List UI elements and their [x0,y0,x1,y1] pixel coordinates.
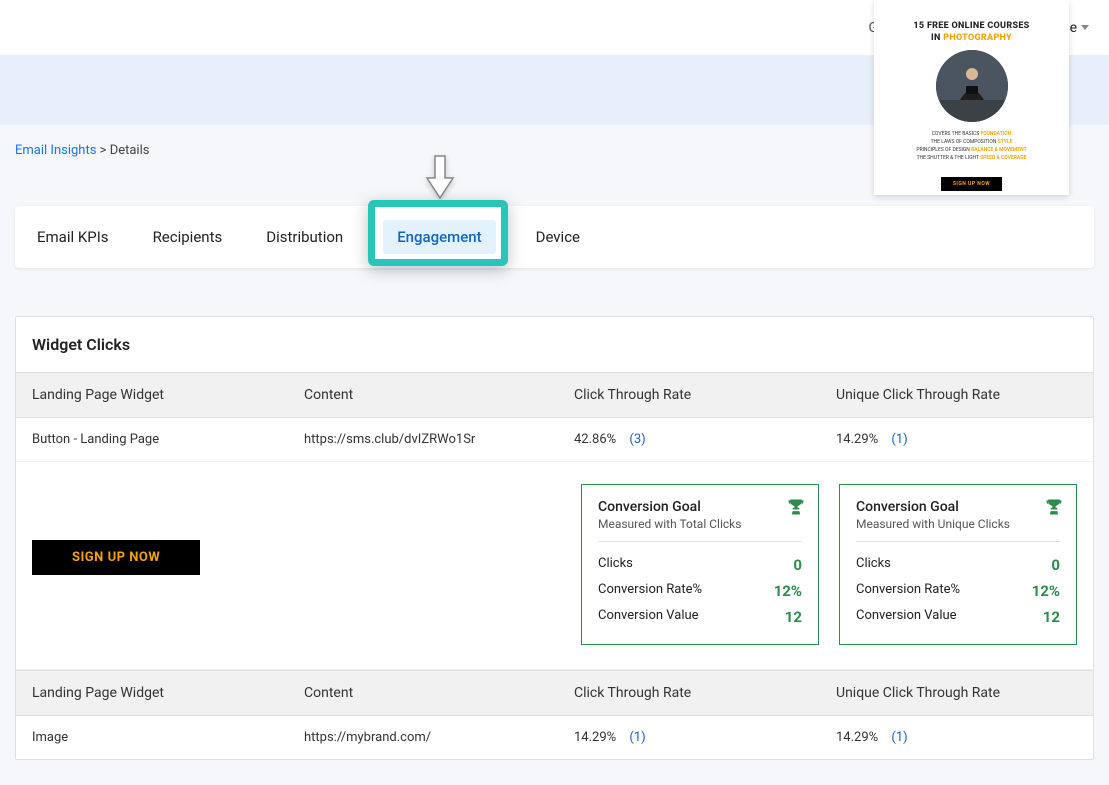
col-content: Content [304,387,574,403]
table-header-row: Landing Page Widget Content Click Throug… [16,670,1093,716]
breadcrumb-current: Details [110,143,150,158]
ctr-count[interactable]: (3) [629,432,645,447]
ctr-count[interactable]: (1) [629,730,645,745]
trophy-icon [786,497,806,521]
unique-ctr-count[interactable]: (1) [891,432,907,447]
cell-content-url: https://mybrand.com/ [304,730,574,745]
preview-signup-button: SIGN UP NOW [941,177,1002,191]
cell-ctr: 42.86% (3) [574,432,836,447]
cell-ctr: 14.29% (1) [574,730,836,745]
preview-photo [936,50,1008,122]
tab-engagement[interactable]: Engagement [383,220,495,254]
conversion-goal-total-card: Conversion Goal Measured with Total Clic… [581,484,819,645]
goal-title: Conversion Goal [856,499,1060,515]
tab-recipients[interactable]: Recipients [149,220,227,254]
goal-title: Conversion Goal [598,499,802,515]
preview-header-tiny: · [884,14,1059,21]
cell-unique-ctr: 14.29% (1) [836,730,1077,745]
cell-widget-type: Button - Landing Page [32,432,304,447]
preview-title: 15 FREE ONLINE COURSES IN PHOTOGRAPHY [884,21,1059,44]
unique-ctr-count[interactable]: (1) [891,730,907,745]
tab-distribution[interactable]: Distribution [262,220,347,254]
email-preview-card: · 15 FREE ONLINE COURSES IN PHOTOGRAPHY … [874,0,1069,195]
tab-device[interactable]: Device [532,220,584,254]
col-landing-page-widget: Landing Page Widget [32,685,304,701]
caret-down-icon [1081,25,1089,30]
widget-clicks-table: Widget Clicks Landing Page Widget Conten… [15,316,1094,760]
col-unique-click-through-rate: Unique Click Through Rate [836,685,1077,701]
col-click-through-rate: Click Through Rate [574,685,836,701]
widget-title: Widget Clicks [16,317,1093,372]
col-unique-click-through-rate: Unique Click Through Rate [836,387,1077,403]
col-content: Content [304,685,574,701]
table-row[interactable]: Image https://mybrand.com/ 14.29% (1) 14… [16,716,1093,759]
cell-content-url: https://sms.club/dvIZRWo1Sr [304,432,574,447]
cell-widget-type: Image [32,730,304,745]
tab-email-kpis[interactable]: Email KPIs [33,220,113,254]
preview-lines: COVERS THE BASICS FOUNDATION THE LAWS OF… [884,130,1059,162]
tabs-bar: Email KPIs Recipients Distribution Engag… [15,206,1094,268]
col-landing-page-widget: Landing Page Widget [32,387,304,403]
goal-subtitle: Measured with Unique Clicks [856,517,1060,542]
table-header-row: Landing Page Widget Content Click Throug… [16,372,1093,418]
conversion-goal-unique-card: Conversion Goal Measured with Unique Cli… [839,484,1077,645]
cell-unique-ctr: 14.29% (1) [836,432,1077,447]
breadcrumb-link[interactable]: Email Insights [15,143,96,158]
goal-subtitle: Measured with Total Clicks [598,517,802,542]
col-click-through-rate: Click Through Rate [574,387,836,403]
trophy-icon [1044,497,1064,521]
expanded-row: SIGN UP NOW Conversion Goal Measured wit… [16,462,1093,670]
signup-now-button[interactable]: SIGN UP NOW [32,540,200,575]
table-row[interactable]: Button - Landing Page https://sms.club/d… [16,418,1093,462]
